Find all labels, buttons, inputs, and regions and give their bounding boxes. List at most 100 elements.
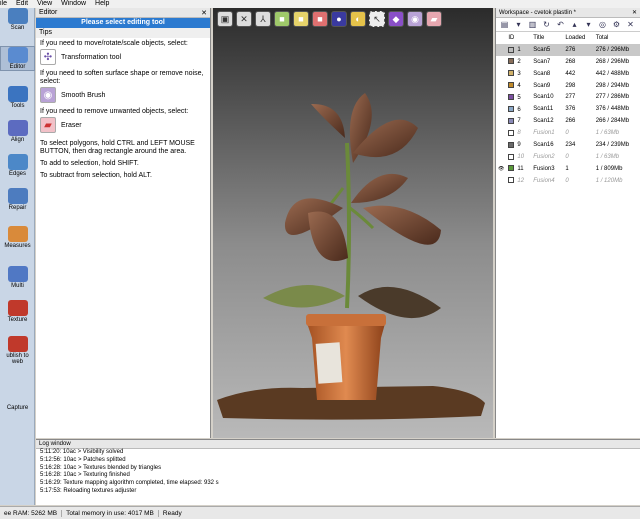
table-row[interactable]: 10 Fusion2 0 1 / 63Mb xyxy=(496,151,640,163)
table-row[interactable]: 5 Scan10 277 277 / 286Mb xyxy=(496,91,640,103)
visibility-cell[interactable] xyxy=(496,80,506,92)
settings-icon[interactable]: ⚙ xyxy=(611,20,622,29)
table-row[interactable]: 2 Scan7 268 268 / 296Mb xyxy=(496,56,640,68)
down-icon[interactable]: ▾ xyxy=(583,20,594,29)
color-swatch xyxy=(508,46,515,53)
table-row[interactable]: 9 Scan16 234 234 / 239Mb xyxy=(496,139,640,151)
table-row[interactable]: 1 Scan5 276 276 / 296Mb xyxy=(496,43,640,56)
visibility-cell[interactable] xyxy=(496,91,506,103)
sidebar-item-align[interactable]: Align xyxy=(0,120,35,143)
row-loaded: 277 xyxy=(565,94,576,101)
editor-panel: Editor ✕ Please select editing tool Tips… xyxy=(36,8,211,438)
repair-icon xyxy=(7,188,28,204)
row-title: Fusion3 xyxy=(533,165,555,172)
table-row[interactable]: 8 Fusion1 0 1 / 63Mb xyxy=(496,127,640,139)
visibility-cell[interactable] xyxy=(496,115,506,127)
table-row[interactable]: 4 Scan9 298 298 / 294Mb xyxy=(496,80,640,92)
smooth-brush-button[interactable]: ◉ Smooth Brush xyxy=(36,86,210,104)
visibility-cell[interactable] xyxy=(496,56,506,68)
sidebar-item-label: Editor xyxy=(9,64,26,70)
col-total[interactable]: Total xyxy=(594,32,640,44)
sidebar-item-ublish-to-web[interactable]: ublish to web xyxy=(0,336,35,365)
sidebar-item-editor[interactable]: Editor xyxy=(0,46,35,71)
eye-icon[interactable]: 👁 xyxy=(496,163,506,175)
transformation-tool-button[interactable]: ✣ Transformation tool xyxy=(36,48,210,66)
sidebar-item-tools[interactable]: Tools xyxy=(0,86,35,109)
color-swatch xyxy=(508,82,515,89)
workspace-panel: Workspace - cvetok plastlin * ✕ ▤ ▾ ▥ ↻ … xyxy=(495,8,640,438)
sidebar-item-multi[interactable]: Multi xyxy=(0,266,35,289)
color-swatch xyxy=(508,165,515,172)
sidebar-item-measures[interactable]: Measures xyxy=(0,226,35,249)
tools-icon xyxy=(7,86,28,102)
close-icon[interactable]: ✕ xyxy=(201,9,207,17)
delete-icon[interactable]: ✕ xyxy=(625,20,636,29)
row-title: Scan16 xyxy=(533,141,554,148)
menu-view[interactable]: View xyxy=(37,0,52,8)
visibility-cell[interactable] xyxy=(496,68,506,80)
workspace-toolbar: ▤ ▾ ▥ ↻ ↶ ▴ ▾ ◎ ⚙ ✕ xyxy=(496,18,640,32)
visibility-cell[interactable] xyxy=(496,103,506,115)
subtract-selection-help: To subtract from selection, hold ALT. xyxy=(40,172,152,179)
load-icon[interactable]: ▾ xyxy=(513,20,524,29)
row-total: 1 / 120Mb xyxy=(595,177,623,184)
row-loaded: 0 xyxy=(565,177,569,184)
select-tool-banner: Please select editing tool xyxy=(36,18,210,28)
log-line: 5:11:20: 10ac > Visibility solved xyxy=(40,449,124,455)
menu-file[interactable]: ile xyxy=(0,0,7,8)
visibility-cell[interactable] xyxy=(496,151,506,163)
row-id: 8 xyxy=(506,127,531,139)
leaf xyxy=(351,173,408,203)
sidebar-item-texture[interactable]: Texture xyxy=(0,300,35,323)
3d-viewport[interactable]: ▣ ✕ ⅄ ■ ■ ■ ● ◐ ↖ ◆ ◉ ▰ xyxy=(213,8,493,438)
sidebar-item-edges[interactable]: Edges xyxy=(0,154,35,177)
visibility-cell[interactable] xyxy=(496,139,506,151)
row-title: Fusion2 xyxy=(533,153,555,160)
sidebar-item-label: Texture xyxy=(7,317,28,323)
editor-title: Editor xyxy=(39,9,58,16)
save-icon[interactable]: ▥ xyxy=(527,20,538,29)
row-total: 376 / 448Mb xyxy=(595,106,630,113)
open-folder-icon[interactable]: ▤ xyxy=(499,20,510,29)
up-icon[interactable]: ▴ xyxy=(569,20,580,29)
row-loaded: 266 xyxy=(565,118,576,125)
align-icon xyxy=(7,120,28,136)
sidebar-item-label: Tools xyxy=(10,103,25,109)
table-row[interactable]: 12 Fusion4 0 1 / 120Mb xyxy=(496,175,640,187)
menu-help[interactable]: Help xyxy=(95,0,109,8)
status-ram: ee RAM: 5262 MB xyxy=(0,509,63,517)
sidebar-item-scan[interactable]: Scan xyxy=(0,8,35,31)
table-row[interactable]: 6 Scan11 376 376 / 448Mb xyxy=(496,103,640,115)
visibility-cell[interactable] xyxy=(496,175,506,187)
workspace-title: Workspace - cvetok plastlin * xyxy=(499,9,576,16)
color-swatch xyxy=(508,70,515,77)
row-id-text: 10 xyxy=(517,154,525,161)
col-title[interactable]: Title xyxy=(531,32,563,44)
merge-icon[interactable]: ◎ xyxy=(597,20,608,29)
visibility-cell[interactable] xyxy=(496,43,507,56)
col-loaded[interactable]: Loaded xyxy=(563,32,593,44)
menu-window[interactable]: Window xyxy=(61,0,86,8)
leaf xyxy=(358,286,441,319)
menu-edit[interactable]: Edit xyxy=(16,0,28,8)
refresh-icon[interactable]: ↻ xyxy=(541,20,552,29)
table-row[interactable]: 3 Scan8 442 442 / 488Mb xyxy=(496,68,640,80)
scan-icon xyxy=(7,8,28,24)
eraser-button[interactable]: ▰ Eraser xyxy=(36,116,210,134)
select-help: To select polygons, hold CTRL and LEFT M… xyxy=(40,140,195,155)
sidebar-item-capture[interactable]: Capture xyxy=(0,388,35,411)
capture-icon xyxy=(7,388,28,404)
sidebar-item-repair[interactable]: Repair xyxy=(0,188,35,211)
row-total: 442 / 488Mb xyxy=(595,70,630,77)
visibility-cell[interactable] xyxy=(496,127,506,139)
col-id[interactable]: ID xyxy=(506,32,531,44)
table-row[interactable]: 👁 11 Fusion3 1 1 / 809Mb xyxy=(496,163,640,175)
row-total: 298 / 294Mb xyxy=(595,82,630,89)
undo-icon[interactable]: ↶ xyxy=(555,20,566,29)
workspace-close-icon[interactable]: ✕ xyxy=(632,9,637,16)
table-row[interactable]: 7 Scan12 266 266 / 284Mb xyxy=(496,115,640,127)
sidebar-item-label: Edges xyxy=(8,171,26,177)
color-swatch xyxy=(508,177,515,184)
row-id-text: 3 xyxy=(517,70,521,77)
erase-hint: If you need to remove unwanted objects, … xyxy=(40,108,189,115)
